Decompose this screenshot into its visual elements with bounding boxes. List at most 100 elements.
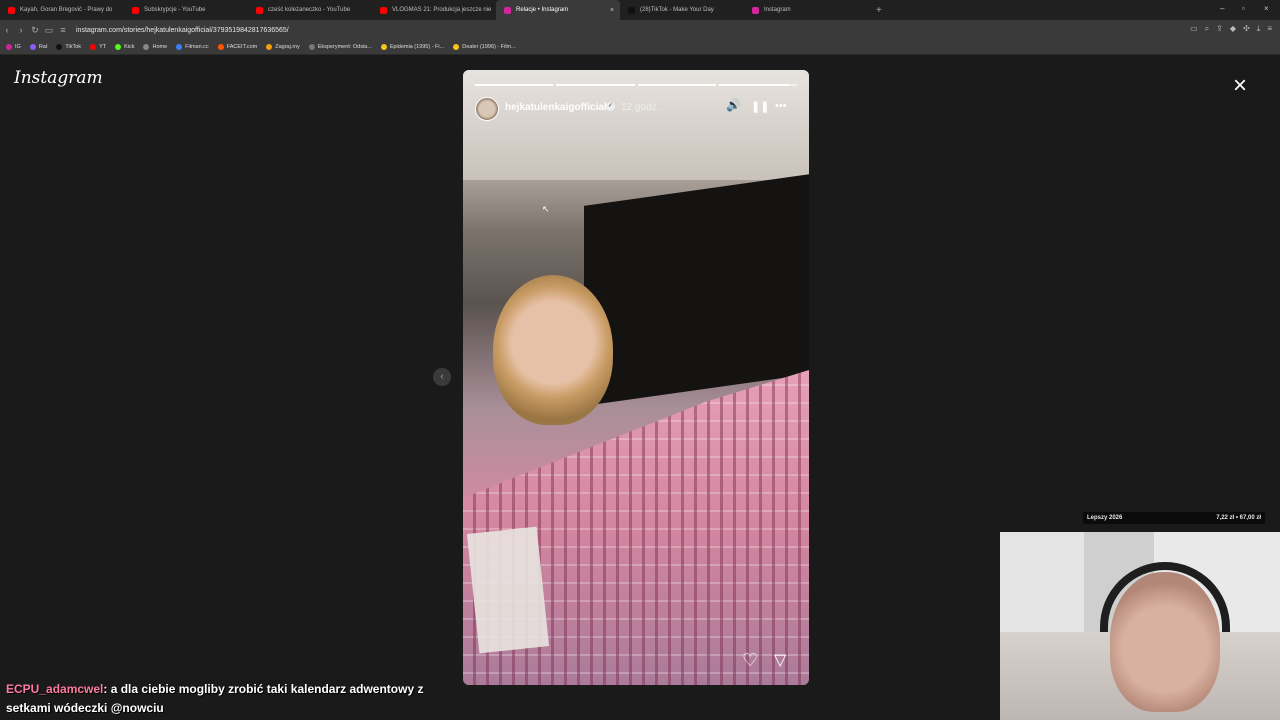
bookmark-5[interactable]: Home: [143, 44, 167, 50]
bookmark-7[interactable]: FACEIT.com: [217, 44, 258, 50]
zoom-icon[interactable]: ⌕: [1205, 24, 1209, 34]
bookmark-label: Kick: [124, 44, 135, 50]
bookmark-favicon-icon: [29, 44, 36, 50]
stream-goal-bar: Lepszy 2026 7,22 zł • 67,00 zł: [1083, 512, 1265, 524]
tab-title: Relacje • Instagram: [516, 7, 569, 13]
tab-favicon-icon: [504, 6, 511, 14]
tab-3[interactable]: VLOGMAS 21: Produkcja jeszcze nie: [372, 0, 496, 20]
tab-1[interactable]: Subskrypcje - YouTube: [124, 0, 248, 20]
bookmark-11[interactable]: Dealer (1996) - Film...: [453, 44, 516, 50]
story-image-window: [584, 174, 809, 406]
new-tab-button[interactable]: +: [876, 5, 882, 16]
bookmark-label: Home: [152, 44, 168, 50]
heart-icon[interactable]: ♡: [742, 650, 758, 671]
story-username[interactable]: hejkatulenkaigofficial: [505, 102, 607, 113]
bookmark-label: TikTok: [65, 44, 82, 50]
stream-goal-amount: 7,22 zł • 67,00 zł: [1216, 515, 1261, 521]
tab-title: Subskrypcje - YouTube: [144, 7, 206, 13]
more-options-icon[interactable]: •••: [775, 100, 787, 112]
tab-6[interactable]: Instagram: [744, 0, 868, 20]
bookmark-4[interactable]: Kick: [115, 44, 134, 50]
bookmarks-bar: IG Rat TikTok YT Kick Home Filman.cc FACEIT.com…: [0, 40, 1280, 55]
back-icon[interactable]: ‹: [0, 25, 14, 35]
close-window-icon[interactable]: ×: [1264, 4, 1269, 13]
tab-title: (28)TikTok - Make Your Day: [640, 7, 714, 13]
tab-title: Kayah, Goran Bregović - Prawy do: [20, 7, 113, 13]
bookmark-label: Dealer (1996) - Film...: [462, 44, 516, 50]
story-image-person: [493, 275, 613, 425]
bookmark-label: IG: [15, 44, 21, 50]
close-icon[interactable]: ×: [1233, 74, 1247, 98]
story-progress-fill: [475, 84, 554, 86]
bookmark-favicon-icon: [308, 44, 315, 50]
cast-icon[interactable]: ▭: [1190, 24, 1198, 34]
tab-favicon-icon: [380, 6, 387, 14]
forward-icon[interactable]: ›: [14, 25, 28, 35]
menu-icon[interactable]: ≡: [1267, 24, 1272, 34]
bookmark-6[interactable]: Filman.cc: [176, 44, 209, 50]
browser-toolbar: ▭ ⌕ ⇪ ◆ ✣ ⤓ ≡: [1190, 24, 1272, 34]
tab-favicon-icon: [752, 6, 759, 14]
stream-chat-message: ECPU_adamcwel: a dla ciebie mogliby zrob…: [0, 680, 460, 720]
story-image-cabinet: [463, 70, 809, 180]
bookmark-favicon-icon: [143, 44, 150, 50]
previous-story-icon[interactable]: ‹: [433, 368, 451, 386]
avatar[interactable]: [475, 97, 499, 121]
share-icon[interactable]: ⇪: [1216, 24, 1223, 34]
volume-icon[interactable]: 🔊: [726, 98, 741, 112]
tab-2[interactable]: cześć koleżaneczko - YouTube: [248, 0, 372, 20]
story-progress-fill: [556, 84, 635, 86]
tab-5[interactable]: (28)TikTok - Make Your Day: [620, 0, 744, 20]
story-timestamp: 12 godz.: [621, 102, 660, 113]
verified-icon: ✓: [606, 102, 615, 111]
bookmark-favicon-icon: [56, 44, 63, 50]
bookmark-favicon-icon: [90, 44, 97, 50]
bookmark-favicon-icon: [115, 44, 122, 50]
story-image-paper: [466, 526, 550, 654]
bookmark-label: Epidemia (1995) - Fi...: [389, 44, 445, 50]
bookmark-favicon-icon: [266, 44, 273, 50]
pause-icon[interactable]: ❚❚: [751, 100, 769, 113]
site-info-icon[interactable]: ≡: [56, 25, 70, 35]
webcam-overlay: [1000, 532, 1280, 720]
bookmark-label: Eksperyment: Odsia...: [317, 44, 372, 50]
tab-4[interactable]: Relacje • Instagram ×: [496, 0, 620, 20]
story-viewer[interactable]: hejkatulenkaigofficial ✓ 12 godz. 🔊 ❚❚ •…: [463, 70, 809, 685]
bookmark-0[interactable]: IG: [6, 44, 21, 50]
tab-title: Instagram: [764, 7, 791, 13]
tab-0[interactable]: Kayah, Goran Bregović - Prawy do: [0, 0, 124, 20]
address-bar[interactable]: instagram.com/stories/hejkatulenkaigoffi…: [76, 27, 289, 34]
download-icon[interactable]: ⤓: [1257, 24, 1261, 34]
reload-icon[interactable]: ↻: [28, 25, 42, 36]
browser-tab-bar: Kayah, Goran Bregović - Prawy do Subskryp…: [0, 0, 1280, 20]
bookmark-label: YT: [99, 44, 107, 50]
instagram-logo[interactable]: Instagram: [14, 68, 103, 88]
minimize-icon[interactable]: –: [1220, 4, 1224, 13]
bookmark-3[interactable]: YT: [90, 44, 106, 50]
bookmark-favicon-icon: [453, 44, 460, 50]
bookmark-8[interactable]: Zagraj.my: [266, 44, 300, 50]
tab-favicon-icon: [256, 6, 263, 14]
bookmark-favicon-icon: [217, 44, 224, 50]
headset-icon: [1100, 562, 1230, 632]
bookmark-1[interactable]: Rat: [29, 44, 48, 50]
bookmark-9[interactable]: Eksperyment: Odsia...: [308, 44, 372, 50]
stream-goal-label: Lepszy 2026: [1087, 515, 1123, 521]
bookmark-2[interactable]: TikTok: [56, 44, 81, 50]
send-icon[interactable]: ▽: [774, 650, 786, 670]
bookmark-label: Rat: [38, 44, 48, 50]
bookmark-favicon-icon: [6, 44, 12, 50]
bookmark-10[interactable]: Epidemia (1995) - Fi...: [380, 44, 445, 50]
browser-nav-bar: ‹ › ↻ ▭ ≡ instagram.com/stories/hejkatul…: [0, 20, 1280, 40]
extensions-icon[interactable]: ✣: [1243, 24, 1250, 34]
chat-username: ECPU_adamcwel: [6, 682, 104, 696]
bookmark-label: FACEIT.com: [226, 44, 258, 50]
tab-favicon-icon: [8, 6, 15, 14]
bookmark-label: Zagraj.my: [275, 44, 300, 50]
restore-icon[interactable]: ▫: [1242, 4, 1245, 13]
brave-shield-icon[interactable]: ◆: [1230, 24, 1236, 34]
story-progress-fill: [637, 84, 716, 86]
bookmark-favicon-icon: [380, 44, 387, 50]
bookmark-icon[interactable]: ▭: [42, 25, 56, 36]
tab-close-icon[interactable]: ×: [610, 7, 614, 14]
